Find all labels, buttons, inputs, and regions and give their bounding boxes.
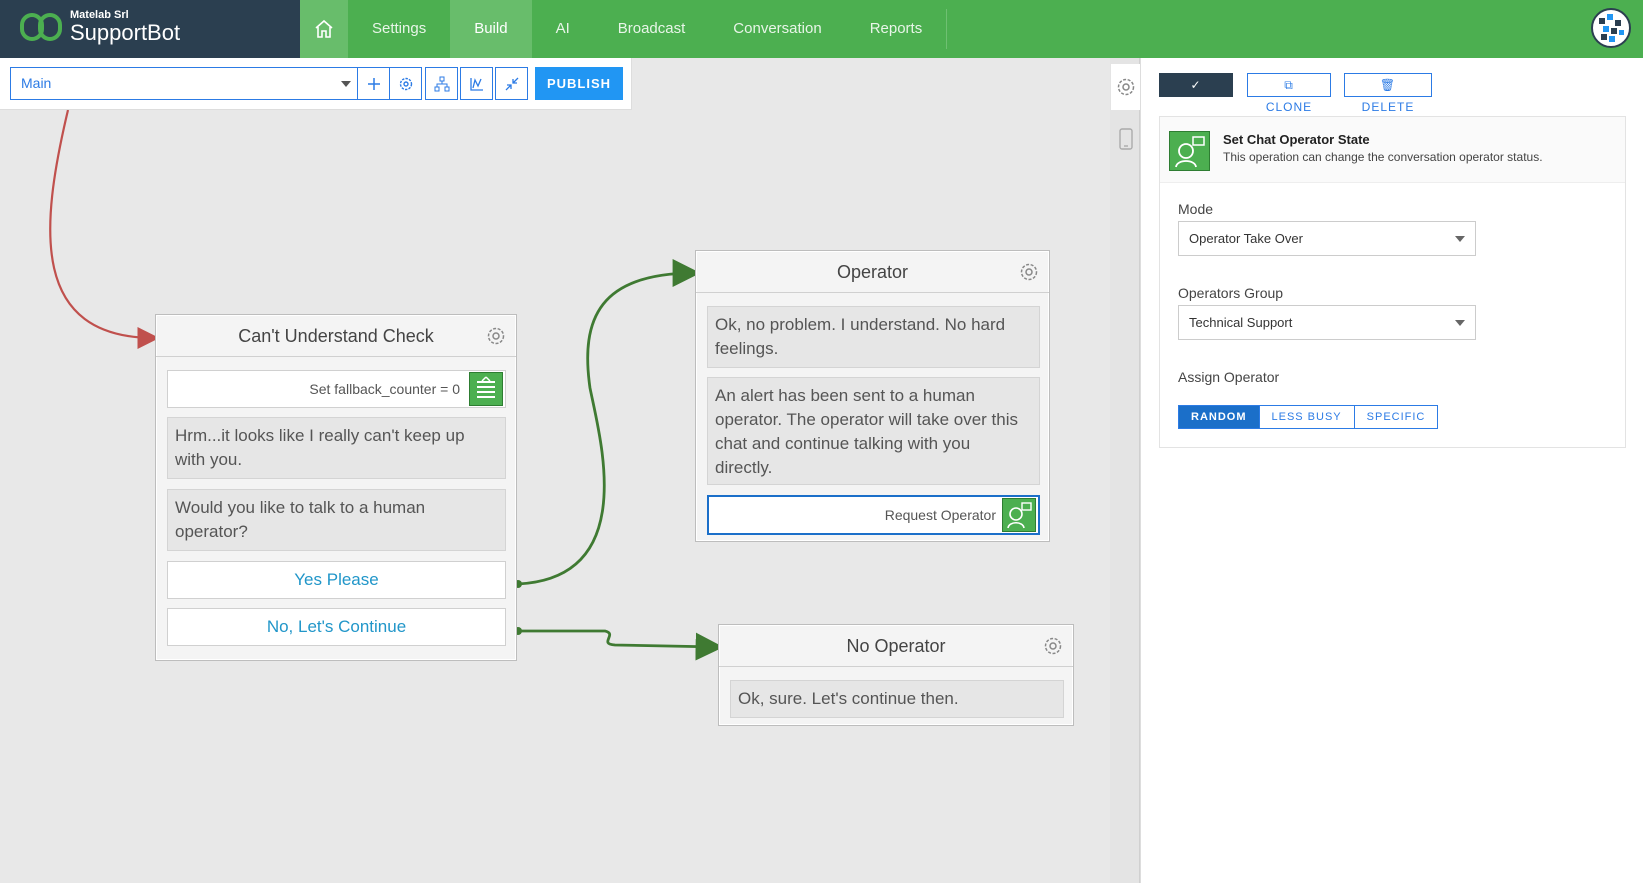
collapse-icon — [505, 77, 518, 90]
operators-group-label: Operators Group — [1178, 285, 1284, 301]
flow-toolbar: Main PUBLISH — [0, 58, 632, 110]
request-operator-row[interactable]: Request Operator — [707, 495, 1040, 535]
operators-group-select[interactable]: Technical Support — [1178, 305, 1476, 340]
logo-icon — [20, 13, 62, 41]
operation-card: Set Chat Operator State This operation c… — [1159, 116, 1626, 448]
node-title: Can't Understand Check — [156, 315, 516, 357]
home-icon — [315, 19, 333, 38]
mode-select[interactable]: Operator Take Over — [1178, 221, 1476, 256]
request-operator-text: Request Operator — [884, 507, 996, 523]
link-yes-to-operator — [517, 259, 701, 586]
chevron-down-icon — [1455, 320, 1465, 326]
clone-button[interactable]: ⧉ CLONE — [1247, 73, 1331, 114]
flow-select[interactable]: Main — [10, 67, 360, 100]
node-title: No Operator — [719, 625, 1073, 667]
chevron-down-icon — [1455, 236, 1465, 242]
tab-build[interactable]: Build — [450, 0, 532, 58]
operator-icon — [1169, 131, 1210, 171]
user-avatar-icon — [1594, 11, 1628, 45]
set-variable-row[interactable]: Set fallback_counter = 0 — [167, 370, 506, 408]
gear-icon — [399, 77, 412, 90]
link-no-to-no-operator — [518, 629, 724, 661]
assign-less-busy-option[interactable]: LESS BUSY — [1259, 406, 1355, 428]
publish-button[interactable]: PUBLISH — [535, 67, 623, 100]
operation-title: Set Chat Operator State — [1223, 132, 1370, 147]
clone-label: CLONE — [1265, 100, 1313, 114]
delete-label: DELETE — [1361, 100, 1415, 114]
chevron-down-icon — [341, 81, 351, 87]
top-navigation-bar: Matelab Srl SupportBot Settings Build AI… — [0, 0, 1643, 58]
tab-conversation[interactable]: Conversation — [709, 0, 845, 58]
gear-icon[interactable] — [485, 325, 507, 347]
add-node-button[interactable] — [357, 67, 390, 100]
node-title: Operator — [696, 251, 1049, 293]
side-tab-preview[interactable] — [1111, 116, 1140, 162]
assign-operator-label: Assign Operator — [1178, 369, 1280, 385]
message-bubble[interactable]: Ok, no problem. I understand. No hard fe… — [707, 306, 1040, 368]
gear-icon[interactable] — [1042, 635, 1064, 657]
avatar[interactable] — [1591, 8, 1631, 48]
collapse-button[interactable] — [495, 67, 528, 100]
set-variable-text: Set fallback_counter = 0 — [309, 381, 460, 397]
save-button[interactable]: ✓ SAVE — [1159, 73, 1233, 114]
tab-broadcast[interactable]: Broadcast — [594, 0, 710, 58]
operation-header: Set Chat Operator State This operation c… — [1160, 117, 1625, 183]
message-bubble[interactable]: Would you like to talk to a human operat… — [167, 489, 506, 551]
assign-specific-option[interactable]: SPECIFIC — [1354, 406, 1438, 428]
flow-select-value: Main — [21, 75, 52, 91]
brand[interactable]: Matelab Srl SupportBot — [0, 0, 300, 58]
gear-icon — [1117, 78, 1134, 96]
operation-description: This operation can change the conversati… — [1223, 150, 1543, 164]
flow-canvas[interactable]: Can't Understand Check Set fallback_coun… — [0, 58, 1140, 883]
node-title-text: No Operator — [846, 636, 946, 656]
message-bubble[interactable]: Hrm...it looks like I really can't keep … — [167, 417, 506, 479]
node-cant-understand-check[interactable]: Can't Understand Check Set fallback_coun… — [155, 314, 517, 661]
tree-view-button[interactable] — [425, 67, 458, 100]
brand-name: SupportBot — [70, 20, 181, 45]
side-tab-settings[interactable] — [1111, 64, 1140, 110]
operator-icon — [1002, 498, 1036, 532]
home-button[interactable] — [300, 0, 348, 58]
message-bubble[interactable]: An alert has been sent to a human operat… — [707, 377, 1040, 485]
properties-panel: ✓ SAVE ⧉ CLONE 🗑 DELETE Set Chat Operato… — [1140, 58, 1643, 883]
node-title-text: Operator — [836, 262, 909, 282]
node-no-operator[interactable]: No Operator Ok, sure. Let's continue the… — [718, 624, 1074, 726]
assign-operator-toggle: RANDOM LESS BUSY SPECIFIC — [1178, 405, 1439, 429]
side-tab-strip — [1110, 58, 1140, 883]
mobile-icon — [1118, 128, 1133, 150]
delete-button[interactable]: 🗑 DELETE — [1344, 73, 1432, 114]
quick-reply-no[interactable]: No, Let's Continue — [167, 608, 506, 646]
incoming-link — [49, 109, 160, 349]
tree-icon — [434, 76, 449, 91]
quick-reply-yes[interactable]: Yes Please — [167, 561, 506, 599]
tab-settings[interactable]: Settings — [348, 0, 450, 58]
set-variable-icon — [469, 372, 503, 406]
save-label: SAVE — [1178, 100, 1214, 114]
chart-icon — [469, 77, 483, 91]
add-icon — [367, 77, 380, 90]
tab-ai[interactable]: AI — [532, 0, 594, 58]
mode-select-value: Operator Take Over — [1189, 231, 1303, 246]
settings-button[interactable] — [389, 67, 422, 100]
trash-icon: 🗑 — [1379, 78, 1397, 92]
message-bubble[interactable]: Ok, sure. Let's continue then. — [730, 680, 1064, 718]
operators-group-value: Technical Support — [1189, 315, 1293, 330]
mode-label: Mode — [1178, 201, 1214, 217]
check-icon: ✓ — [1190, 78, 1202, 92]
node-title-text: Can't Understand Check — [238, 326, 434, 346]
gear-icon[interactable] — [1018, 261, 1040, 283]
main-nav: Settings Build AI Broadcast Conversation… — [300, 0, 948, 58]
assign-random-option[interactable]: RANDOM — [1179, 406, 1260, 428]
node-operator[interactable]: Operator Ok, no problem. I understand. N… — [695, 250, 1050, 542]
nav-divider — [946, 9, 948, 49]
copy-icon: ⧉ — [1284, 78, 1294, 92]
chart-button[interactable] — [460, 67, 493, 100]
tab-reports[interactable]: Reports — [846, 0, 947, 58]
